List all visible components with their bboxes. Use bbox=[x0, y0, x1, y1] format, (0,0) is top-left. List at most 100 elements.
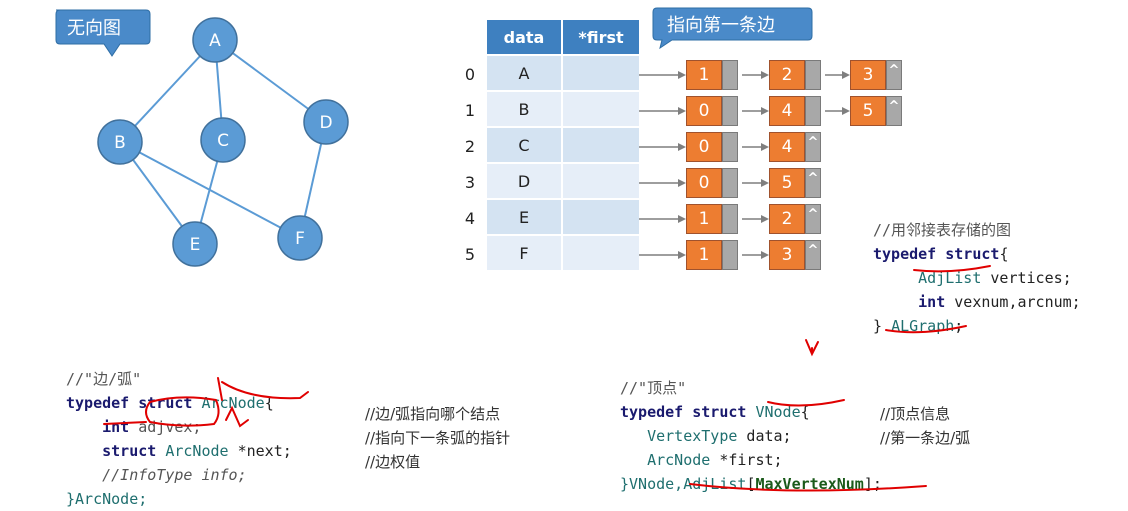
graph-nodes: A B C D E F bbox=[97, 17, 349, 267]
arc-node-next bbox=[722, 168, 738, 198]
graph-node-label: F bbox=[295, 229, 305, 249]
arcnode-adjvex-comment: //边/弧指向哪个结点 bbox=[365, 405, 501, 423]
table-cell-first bbox=[563, 56, 639, 90]
table-row-index: 4 bbox=[464, 209, 476, 228]
arc-node-adjvex: 1 bbox=[686, 240, 722, 270]
arc-node-next: ^ bbox=[886, 60, 902, 90]
arc-node-adjvex: 5 bbox=[850, 96, 886, 126]
arcnode-next: *next; bbox=[228, 442, 292, 460]
graph-node-label: B bbox=[114, 133, 126, 153]
graph-node-label: A bbox=[209, 31, 221, 51]
algraph-comment: //用邻接表存储的图 bbox=[873, 221, 1012, 239]
next-pointer-arrow-head bbox=[761, 215, 769, 223]
arc-node-adjvex: 0 bbox=[686, 168, 722, 198]
arc-node-next: ^ bbox=[805, 240, 821, 270]
arc-node-adjvex: 1 bbox=[686, 60, 722, 90]
algraph-int: int bbox=[918, 293, 946, 311]
arcnode-name: ArcNode bbox=[201, 394, 265, 412]
table-cell-first bbox=[563, 128, 639, 162]
table-header-first: *first bbox=[563, 20, 639, 54]
first-pointer-arrow-3-head bbox=[678, 179, 686, 187]
arc-node-adjvex: 5 bbox=[769, 168, 805, 198]
arc-node-next bbox=[805, 60, 821, 90]
vnode-maxvertexnum: MaxVertexNum bbox=[755, 475, 864, 493]
arcnode-comment: //"边/弧" bbox=[66, 370, 142, 388]
vnode-bracket-close: ]; bbox=[863, 475, 882, 493]
arcnode-typedef: typedef struct bbox=[66, 394, 193, 412]
next-pointer-arrow-head bbox=[761, 107, 769, 115]
table-callout-label: 指向第一条边 bbox=[667, 15, 775, 36]
arcnode-adjvex: adjvex; bbox=[129, 418, 202, 436]
next-pointer-arrow-head bbox=[842, 71, 850, 79]
arcnode-close: }ArcNode; bbox=[66, 490, 148, 508]
table-cell-data: D bbox=[487, 164, 561, 198]
arc-node-next: ^ bbox=[805, 132, 821, 162]
arc-node-adjvex: 2 bbox=[769, 204, 805, 234]
table-cell-first bbox=[563, 236, 639, 270]
algraph-close: } bbox=[873, 317, 892, 335]
arc-node-next: ^ bbox=[805, 168, 821, 198]
next-pointer-arrow-head bbox=[842, 107, 850, 115]
arc-node-next bbox=[722, 60, 738, 90]
vnode-vertextype: VertexType bbox=[647, 427, 738, 445]
algraph-brace: { bbox=[999, 245, 1009, 263]
vnode-data-comment: //顶点信息 bbox=[880, 405, 951, 423]
table-cell-first bbox=[563, 164, 639, 198]
vnode-adjlist: AdjList bbox=[683, 475, 747, 493]
table-cell-first bbox=[563, 92, 639, 126]
vnode-code: //"顶点" typedef struct VNode{ VertexType … bbox=[620, 352, 882, 496]
arc-node-adjvex: 3 bbox=[850, 60, 886, 90]
algraph-adjlist-type: AdjList bbox=[918, 269, 982, 287]
arc-node-adjvex: 0 bbox=[686, 132, 722, 162]
arc-node-adjvex: 0 bbox=[686, 96, 722, 126]
vnode-typedef: typedef struct bbox=[620, 403, 747, 421]
arcnode-struct: struct bbox=[102, 442, 157, 460]
arc-node-next: ^ bbox=[886, 96, 902, 126]
arc-node-next: ^ bbox=[805, 204, 821, 234]
vnode-first-comment: //第一条边/弧 bbox=[880, 429, 971, 447]
arcnode-info: //InfoType info; bbox=[102, 466, 247, 484]
arcnode-next-comment: //指向下一条弧的指针 bbox=[365, 429, 511, 447]
arc-node-next bbox=[722, 204, 738, 234]
arc-node-next bbox=[722, 132, 738, 162]
table-row-index: 1 bbox=[464, 101, 476, 120]
next-pointer-arrow-head bbox=[761, 179, 769, 187]
first-pointer-arrow-4-head bbox=[678, 215, 686, 223]
next-pointer-arrow-head bbox=[761, 143, 769, 151]
arc-node-next bbox=[805, 96, 821, 126]
table-row-index: 2 bbox=[464, 137, 476, 156]
vnode-comment: //"顶点" bbox=[620, 379, 687, 397]
table-cell-first bbox=[563, 200, 639, 234]
table-cell-data: E bbox=[487, 200, 561, 234]
table-cell-data: C bbox=[487, 128, 561, 162]
first-pointer-arrow-1-head bbox=[678, 107, 686, 115]
graph-node-A: A bbox=[192, 17, 238, 63]
first-pointer-arrow-5-head bbox=[678, 251, 686, 259]
graph-node-B: B bbox=[97, 119, 143, 165]
arcnode-next-type: ArcNode bbox=[165, 442, 229, 460]
arc-node-adjvex: 3 bbox=[769, 240, 805, 270]
table-row-index: 5 bbox=[464, 245, 476, 264]
graph-node-label: D bbox=[319, 113, 332, 133]
arcnode-int: int bbox=[102, 418, 130, 436]
graph-node-label: E bbox=[190, 235, 201, 255]
graph-callout: 无向图 bbox=[55, 9, 151, 57]
graph-node-D: D bbox=[303, 99, 349, 145]
arcnode-brace: { bbox=[264, 394, 274, 412]
algraph-semicolon: ; bbox=[954, 317, 964, 335]
algraph-vertices: vertices; bbox=[981, 269, 1072, 287]
graph-node-E: E bbox=[172, 221, 218, 267]
arcnode-code: //"边/弧" typedef struct ArcNode{ int adjv… bbox=[66, 343, 292, 511]
arcnode-info-comment: //边权值 bbox=[365, 453, 421, 471]
table-cell-data: F bbox=[487, 236, 561, 270]
table-callout: 指向第一条边 bbox=[652, 7, 813, 50]
vnode-name: VNode bbox=[755, 403, 801, 421]
vnode-first: *first; bbox=[710, 451, 783, 469]
next-pointer-arrow-head bbox=[761, 71, 769, 79]
graph-node-F: F bbox=[277, 215, 323, 261]
vnode-data: data; bbox=[737, 427, 792, 445]
algraph-typedef: typedef struct bbox=[873, 245, 1000, 263]
arc-node-adjvex: 4 bbox=[769, 132, 805, 162]
table-cell-data: A bbox=[487, 56, 561, 90]
arc-node-adjvex: 1 bbox=[686, 204, 722, 234]
